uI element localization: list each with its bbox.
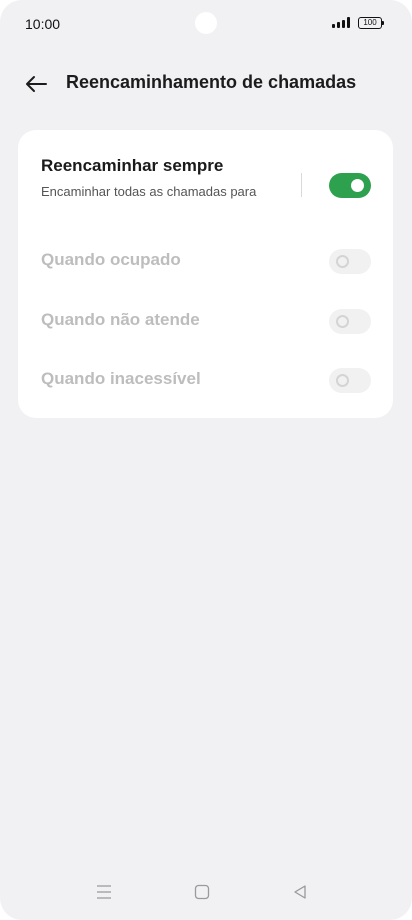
forward-always-title: Reencaminhar sempre [41,156,224,175]
arrow-left-icon [26,76,47,92]
when-unreachable-label: Quando inacessível [41,369,201,388]
divider [301,173,302,197]
when-busy-toggle[interactable] [329,249,371,274]
nav-back-button[interactable] [288,880,312,904]
status-time: 10:00 [25,16,61,32]
phone-screen: 10:00 100 Reencaminhamento de chamadas R… [0,0,412,920]
nav-home-button[interactable] [190,880,214,904]
page-title: Reencaminhamento de chamadas [66,72,357,92]
toggle-knob [336,255,349,268]
app-header: Reencaminhamento de chamadas [0,60,412,108]
back-triangle-icon [294,885,306,899]
back-button[interactable] [20,70,52,98]
system-nav-bar [0,864,412,920]
menu-icon [97,885,111,899]
toggle-knob [336,315,349,328]
signal-icon [332,17,350,28]
when-unreachable-row[interactable]: Quando inacessível [18,355,393,405]
forward-always-toggle[interactable] [329,173,371,198]
forward-always-subtitle: Encaminhar todas as chamadas para [41,184,257,199]
toggle-knob [351,179,364,192]
when-no-answer-label: Quando não atende [41,310,200,329]
status-bar: 10:00 100 [0,0,412,48]
when-no-answer-toggle[interactable] [329,309,371,334]
when-busy-row[interactable]: Quando ocupado [18,236,393,286]
home-square-icon [194,884,210,900]
when-unreachable-toggle[interactable] [329,368,371,393]
nav-menu-button[interactable] [92,880,116,904]
when-busy-label: Quando ocupado [41,250,181,269]
when-no-answer-row[interactable]: Quando não atende [18,296,393,346]
camera-cutout [195,12,217,34]
settings-card: Reencaminhar sempre Encaminhar todas as … [18,130,393,418]
toggle-knob [336,374,349,387]
forward-always-row[interactable]: Reencaminhar sempre Encaminhar todas as … [18,148,393,228]
battery-icon: 100 [358,17,384,29]
